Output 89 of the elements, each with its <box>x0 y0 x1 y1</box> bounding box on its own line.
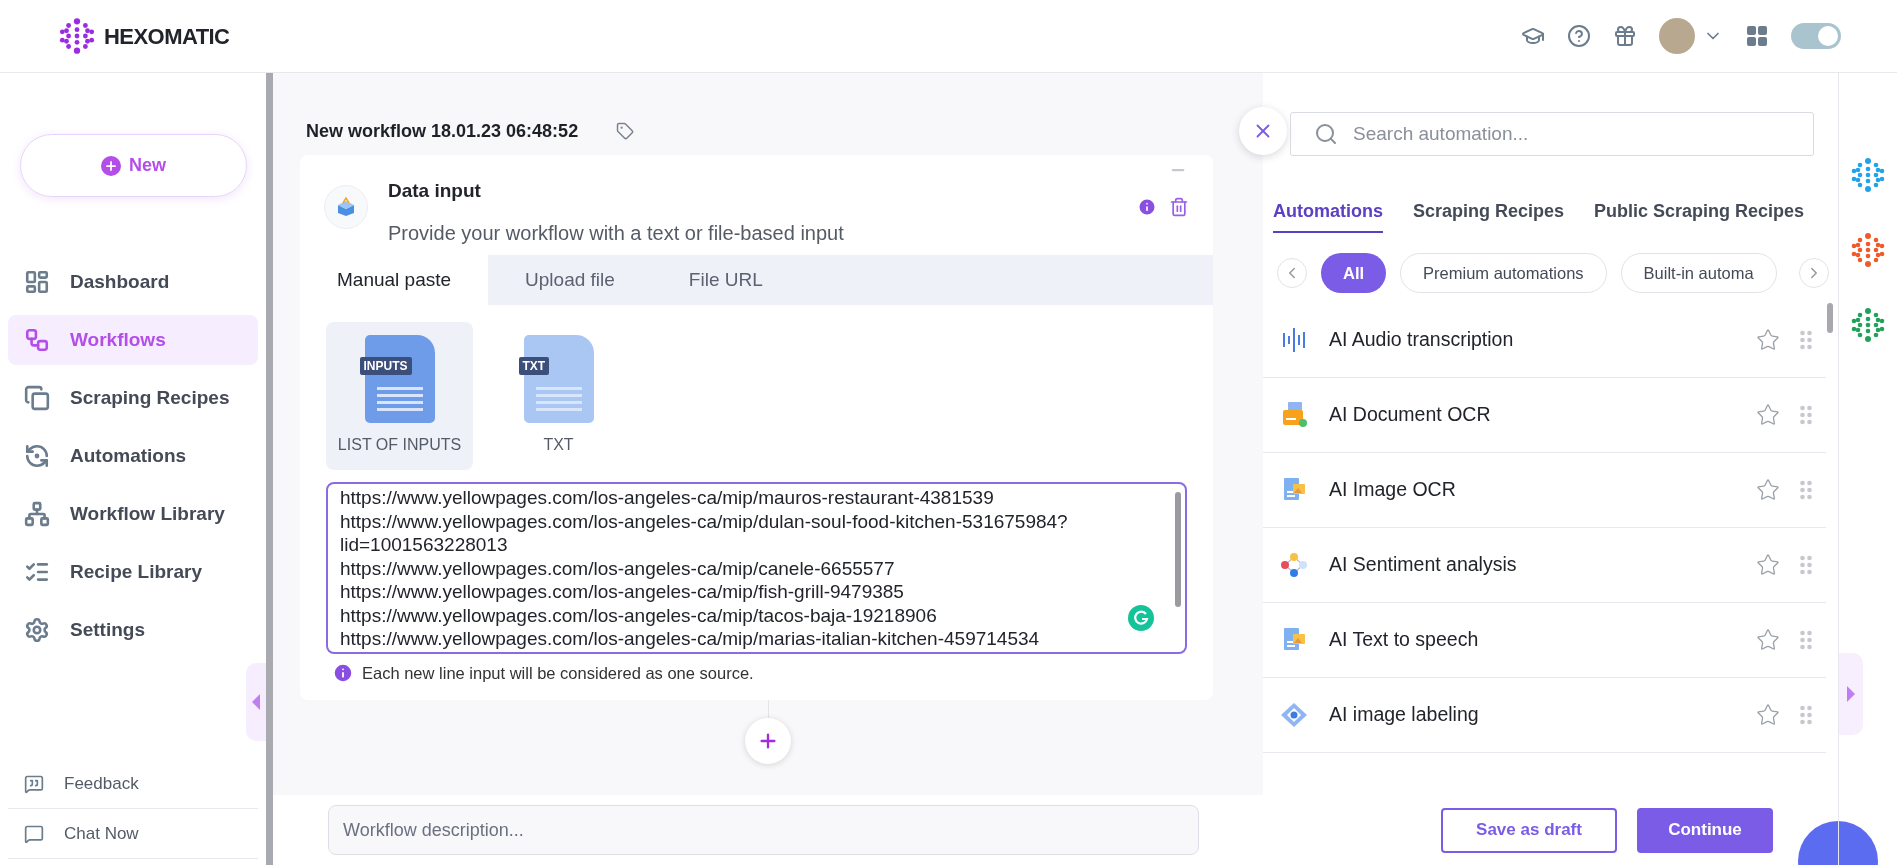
add-step-button[interactable] <box>745 717 791 764</box>
message-icon <box>24 823 44 844</box>
description-field[interactable]: Workflow description... <box>328 805 1199 855</box>
nav-icon <box>24 269 50 295</box>
automation-name: AI Text to speech <box>1329 627 1479 653</box>
logo-text: HEXOMATIC <box>104 22 230 51</box>
automation-name: AI Document OCR <box>1329 402 1491 428</box>
url-text: https://www.yellowpages.com/los-angeles-ca/mip/fish-grill-9479385 <box>340 580 904 604</box>
star-icon[interactable] <box>1756 478 1780 502</box>
step-title: Data input <box>388 179 482 203</box>
nav-icon <box>24 617 50 643</box>
message-icon <box>24 773 44 794</box>
close-button[interactable] <box>1239 107 1287 155</box>
panel-tab[interactable]: Scraping Recipes <box>1413 198 1565 233</box>
continue-button[interactable]: Continue <box>1637 807 1773 853</box>
automation-item[interactable]: AI Sentiment analysis <box>1263 528 1826 603</box>
star-icon[interactable] <box>1756 403 1780 427</box>
input-tab[interactable]: Upload file <box>488 255 652 305</box>
automation-name: AI image labeling <box>1329 702 1479 728</box>
drag-handle-icon[interactable] <box>1800 555 1812 575</box>
save-draft-button[interactable]: Save as draft <box>1441 807 1617 853</box>
panel-tab[interactable]: Automations <box>1273 198 1383 233</box>
diamond-eye-icon <box>1279 700 1309 730</box>
nav-item[interactable]: Settings <box>8 605 258 655</box>
info-icon <box>332 662 354 685</box>
url-text: https://www.yellowpages.com/los-angeles-ca/mip/mauros-restaurant-4381539 <box>340 486 994 510</box>
input-tab[interactable]: Manual paste <box>300 255 489 305</box>
automation-item[interactable]: AI image labeling <box>1263 678 1826 753</box>
url-text: https://www.yellowpages.com/los-angeles-ca/mip/tacos-baja-19218906 <box>340 603 937 627</box>
grammar-check-icon[interactable] <box>1127 604 1155 632</box>
expand-tab[interactable] <box>1839 653 1863 735</box>
search-icon <box>1314 122 1338 146</box>
input-type-label: TXT <box>543 435 574 455</box>
drag-handle-icon[interactable] <box>1800 705 1812 725</box>
info-icon[interactable] <box>1137 197 1157 217</box>
data-input-icon <box>324 185 368 229</box>
input-type-label: LIST OF INPUTS <box>337 435 462 455</box>
nav-icon <box>24 501 50 527</box>
nav-icon <box>24 443 50 469</box>
hint-text: Each new line input will be considered as one source. <box>362 663 754 684</box>
filter-chip[interactable]: All <box>1321 253 1387 293</box>
automation-item[interactable]: AI Text to speech <box>1263 603 1826 678</box>
file-badge: INPUTS <box>359 357 412 375</box>
footer-link[interactable]: Feedback <box>8 759 258 809</box>
drag-handle-icon[interactable] <box>1800 630 1812 650</box>
workflow-title: New workflow 18.01.23 06:48:52 <box>306 119 579 143</box>
scroll-right-button[interactable] <box>1799 258 1829 288</box>
footer-link[interactable]: Chat Now <box>8 809 258 859</box>
nav-icon <box>24 327 50 353</box>
delete-icon[interactable] <box>1169 197 1189 217</box>
nav-item[interactable]: Scraping Recipes <box>8 373 258 423</box>
gift-icon[interactable] <box>1613 24 1637 48</box>
apps-grid-icon[interactable] <box>1745 24 1769 48</box>
url-text: https://www.yellowpages.com/los-angeles-ca/mip/marias-italian-kitchen-459714534 <box>340 627 1040 651</box>
automation-item[interactable]: AI Image OCR <box>1263 453 1826 528</box>
file-badge: TXT <box>518 357 550 375</box>
panel-tab[interactable]: Public Scraping Recipes <box>1594 198 1805 233</box>
step-description: Provide your workflow with a text or file-based input <box>388 220 844 246</box>
star-icon[interactable] <box>1756 703 1780 727</box>
nav-item[interactable]: Dashboard <box>8 257 258 307</box>
search-field[interactable]: Search automation... <box>1290 112 1814 156</box>
input-tab[interactable]: File URL <box>651 255 800 305</box>
automation-name: AI Image OCR <box>1329 477 1456 503</box>
url-text: https://www.yellowpages.com/los-angeles-ca/mip/canele-6655577 <box>340 556 895 580</box>
scrollbar-thumb[interactable] <box>1827 303 1833 333</box>
nav-item[interactable]: Workflow Library <box>8 489 258 539</box>
automation-name: AI Audio transcription <box>1329 327 1514 353</box>
input-type-tile[interactable]: INPUTS LIST OF INPUTS <box>326 322 473 470</box>
automation-item[interactable]: AI Audio transcription <box>1263 303 1826 378</box>
automation-name: AI Sentiment analysis <box>1329 552 1517 578</box>
star-icon[interactable] <box>1756 328 1780 352</box>
url-input-field[interactable] <box>326 482 1187 654</box>
tag-icon[interactable] <box>616 122 635 140</box>
drag-handle-icon[interactable] <box>1800 330 1812 350</box>
collapse-tab[interactable] <box>246 663 266 741</box>
star-icon[interactable] <box>1756 553 1780 577</box>
network-nodes-icon <box>1279 550 1309 580</box>
star-icon[interactable] <box>1756 628 1780 652</box>
avatar[interactable] <box>1659 18 1695 54</box>
nav-item[interactable]: Workflows <box>8 315 258 365</box>
drag-handle-icon[interactable] <box>1800 480 1812 500</box>
nav-icon <box>24 385 50 411</box>
scrollbar-thumb[interactable] <box>1175 492 1181 607</box>
drag-handle-icon[interactable] <box>1800 405 1812 425</box>
nav-item[interactable]: Recipe Library <box>8 547 258 597</box>
theme-toggle[interactable] <box>1791 23 1841 49</box>
nav-item[interactable]: Automations <box>8 431 258 481</box>
automation-item[interactable]: AI Document OCR <box>1263 378 1826 453</box>
help-icon[interactable] <box>1567 24 1591 48</box>
